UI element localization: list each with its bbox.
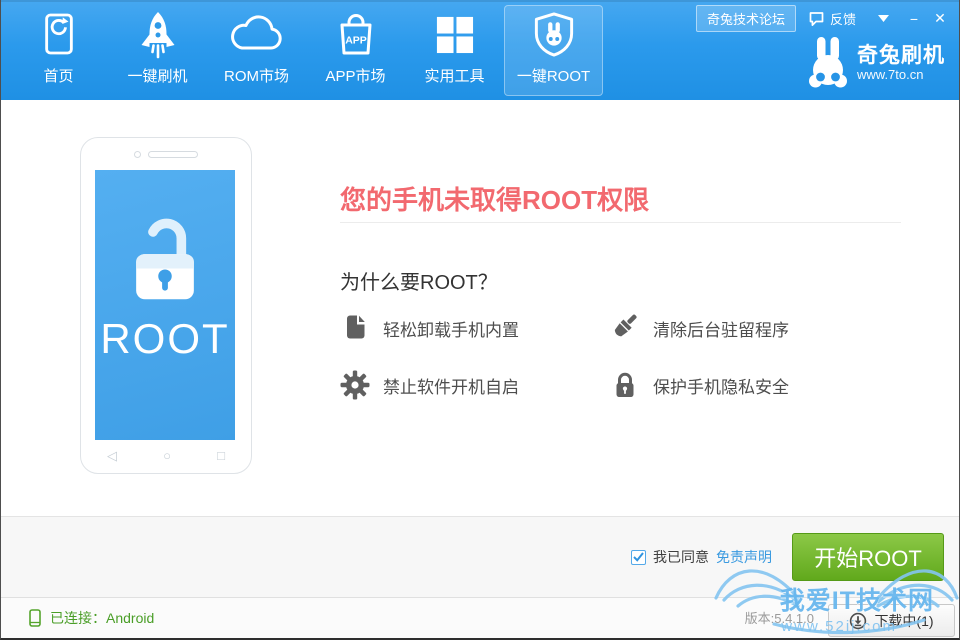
status-bar-right: 版本:5.4.1.0 下载中(1) (745, 598, 959, 638)
download-button-label: 下载中(1) (874, 611, 933, 631)
shield-rabbit-icon (531, 6, 577, 62)
status-bar: 已连接：Android 版本:5.4.1.0 下载中(1) (1, 597, 959, 638)
brand-logo: 奇兔刷机 www.7to.cn (808, 36, 945, 90)
version-text: 版本:5.4.1.0 (745, 608, 814, 627)
feature-clean: 清除后台驻留程序 (610, 312, 880, 344)
feature-label: 清除后台驻留程序 (653, 316, 789, 341)
phone-nav-buttons: ◁ ○ □ (107, 449, 225, 462)
minimize-button[interactable]: − (901, 11, 927, 27)
brand-name: 奇兔刷机 (857, 44, 945, 67)
title-divider (340, 222, 901, 223)
connected-phone-icon (29, 609, 41, 627)
rabbit-logo-icon (808, 36, 848, 90)
speech-bubble-icon (808, 11, 825, 27)
tab-label: 一键刷机 (127, 65, 187, 86)
start-root-button[interactable]: 开始ROOT (792, 533, 944, 581)
open-lock-icon (121, 206, 209, 306)
feature-privacy: 保护手机隐私安全 (610, 369, 880, 401)
tab-label: 首页 (43, 65, 73, 86)
app-bag-icon: APP (334, 6, 378, 62)
tab-label: APP市场 (325, 65, 385, 86)
feedback-button[interactable]: 反馈 (808, 9, 856, 28)
brand-url: www.7to.cn (857, 67, 945, 82)
menu-dropdown-button[interactable] (872, 11, 895, 26)
feature-label: 轻松卸载手机内置 (383, 316, 519, 341)
download-manager-button[interactable]: 下载中(1) (828, 604, 955, 637)
tab-utilities[interactable]: 实用工具 (405, 5, 504, 96)
window-controls: 奇兔技术论坛 反馈 − ✕ (696, 5, 953, 32)
tab-label: 一键ROOT (517, 65, 590, 86)
app-window: 首页 一键刷机 (0, 0, 960, 640)
phone-top-detail (81, 151, 251, 158)
feature-label: 保护手机隐私安全 (653, 373, 789, 398)
feature-autostart: 禁止软件开机自启 (340, 369, 610, 401)
agree-label: 我已同意 (653, 547, 709, 567)
connection-status: 已连接：Android (1, 608, 154, 628)
phone-speaker-slot (148, 151, 198, 158)
phone-home-icon: ○ (163, 449, 171, 462)
header-bar: 首页 一键刷机 (1, 0, 959, 100)
feature-list: 轻松卸载手机内置 清除后台驻留程序 (340, 312, 880, 401)
phone-recents-icon: □ (217, 449, 225, 462)
home-phone-refresh-icon (40, 6, 78, 62)
feedback-label: 反馈 (830, 9, 856, 28)
why-root-heading: 为什么要ROOT？ (340, 266, 498, 295)
main-nav: 首页 一键刷机 (9, 5, 603, 96)
close-button[interactable]: ✕ (927, 10, 953, 27)
phone-screen: ROOT (95, 170, 235, 440)
rocket-icon (136, 6, 180, 62)
disclaimer-link[interactable]: 免责声明 (716, 547, 772, 567)
uninstall-phone-icon (340, 313, 370, 343)
chevron-down-icon (878, 15, 889, 22)
phone-camera-dot (134, 151, 141, 158)
svg-text:APP: APP (345, 35, 367, 47)
privacy-lock-icon (610, 370, 640, 400)
tab-label: ROM市场 (224, 65, 289, 86)
cloud-icon (230, 6, 284, 62)
action-bar: 我已同意免责声明 开始ROOT (1, 516, 959, 597)
tab-label: 实用工具 (424, 65, 484, 86)
download-circle-icon (849, 612, 867, 630)
tab-app-market[interactable]: APP APP市场 (306, 5, 405, 96)
tab-one-key-root[interactable]: 一键ROOT (504, 5, 603, 96)
agree-checkbox[interactable] (631, 550, 646, 565)
clean-brush-icon (610, 313, 640, 343)
gear-icon (340, 370, 370, 400)
checkmark-icon (633, 552, 644, 562)
phone-screen-root-text: ROOT (100, 315, 229, 363)
connection-text: 已连接：Android (50, 608, 154, 628)
tools-grid-icon (434, 6, 475, 62)
tab-one-key-flash[interactable]: 一键刷机 (108, 5, 207, 96)
phone-illustration: ROOT ◁ ○ □ (80, 137, 252, 474)
page-title: 您的手机未取得ROOT权限 (340, 180, 649, 217)
phone-back-icon: ◁ (107, 449, 117, 462)
feature-uninstall: 轻松卸载手机内置 (340, 312, 610, 344)
tab-home[interactable]: 首页 (9, 5, 108, 96)
main-content: ROOT ◁ ○ □ 您的手机未取得ROOT权限 为什么要ROOT？ 轻 (1, 100, 959, 516)
tab-rom-market[interactable]: ROM市场 (207, 5, 306, 96)
forum-button[interactable]: 奇兔技术论坛 (696, 5, 796, 32)
feature-label: 禁止软件开机自启 (383, 373, 519, 398)
agree-group: 我已同意免责声明 (631, 547, 772, 567)
